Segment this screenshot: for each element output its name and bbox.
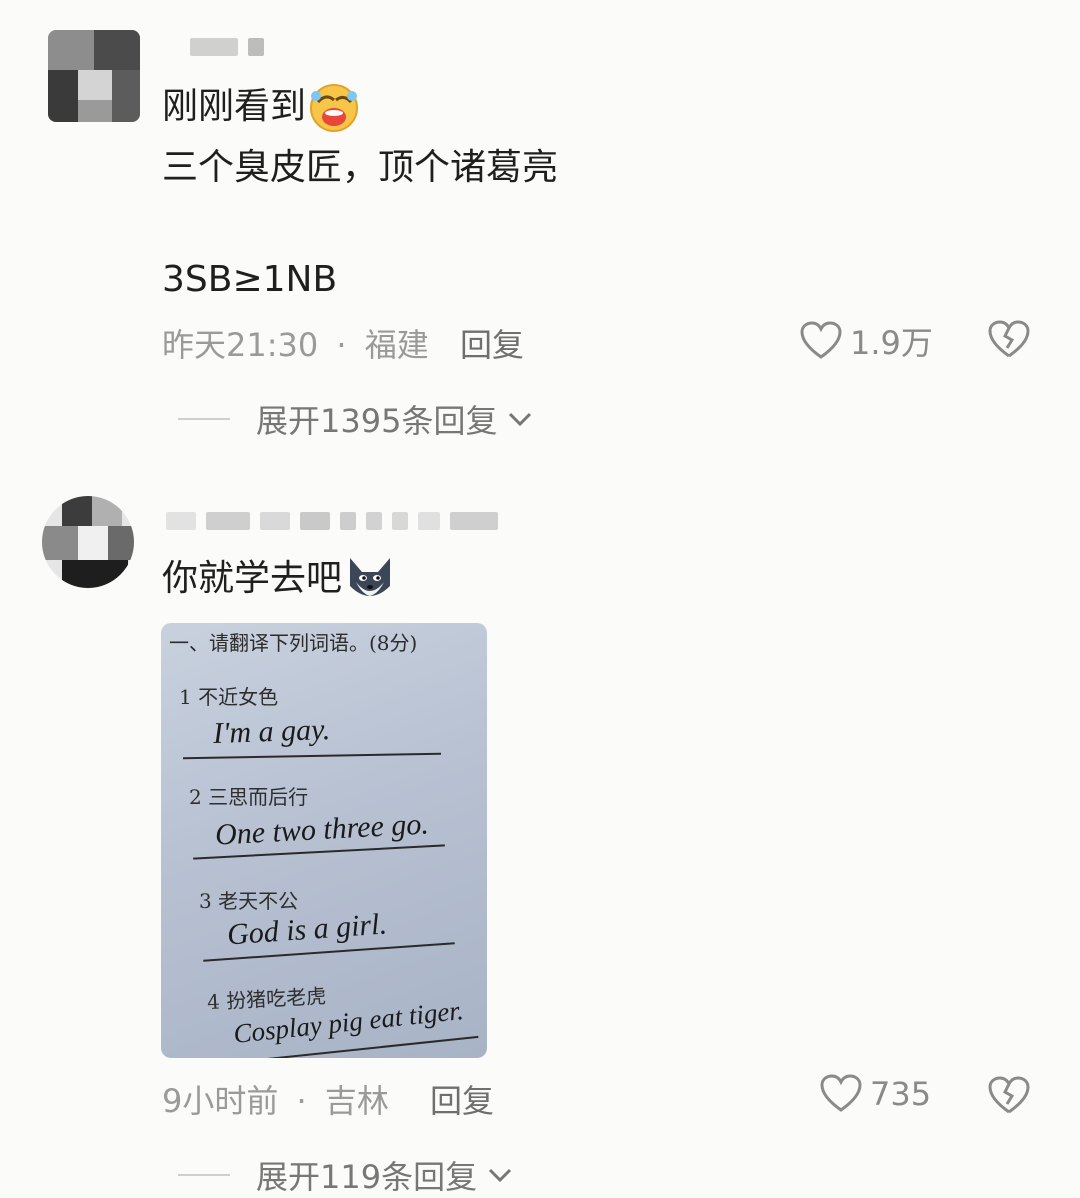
username-redacted[interactable] (190, 36, 264, 58)
broken-heart-icon[interactable] (988, 1076, 1030, 1116)
reply-button[interactable]: 回复 (430, 1076, 494, 1122)
like-count: 735 (870, 1075, 932, 1113)
timestamp: 9小时前 (162, 1082, 279, 1120)
location: 吉林 (324, 1082, 389, 1120)
expand-replies-label: 展开119条回复 (256, 1158, 478, 1196)
avatar[interactable] (42, 496, 134, 588)
image-answer: God is a girl. (226, 907, 388, 952)
image-question: 2 三思而后行 (189, 785, 309, 809)
comment-meta: 昨天21:30 · 福建 (162, 320, 429, 366)
expand-replies-label: 展开1395条回复 (256, 402, 498, 440)
broken-heart-icon[interactable] (988, 320, 1030, 360)
image-title-text: 一、请翻译下列词语。(8分) (169, 631, 418, 655)
username-redacted[interactable] (166, 510, 498, 532)
answer-underline (183, 752, 441, 760)
comment-text-line: 你就学去吧 (162, 554, 396, 606)
heart-icon (800, 321, 842, 359)
attached-image[interactable]: 一、请翻译下列词语。(8分) 1 不近女色 I'm a gay. 2 三思而后行… (161, 623, 487, 1058)
chevron-down-icon (509, 412, 532, 427)
wolf-head-emoji (350, 558, 391, 596)
grimacing-laugh-emoji (310, 84, 359, 132)
comment-2: 你就学去吧 一、请翻译下列词语。(8分) 1 不近女色 I'm a gay. 2… (0, 470, 1080, 1196)
image-answer: I'm a gay. (212, 712, 331, 751)
reply-button[interactable]: 回复 (460, 320, 524, 366)
image-question: 3 老天不公 (199, 889, 299, 913)
expand-replies-button[interactable]: 展开1395条回复 (178, 396, 533, 442)
divider-dash (178, 418, 230, 420)
divider-dash (178, 1174, 230, 1176)
like-button[interactable]: 735 (820, 1074, 931, 1114)
comment-text-line: 三个臭皮匠，顶个诸葛亮 (162, 147, 559, 188)
meta-separator: · (296, 1082, 307, 1120)
chevron-down-icon (489, 1168, 512, 1183)
location: 福建 (364, 326, 429, 364)
comment-text-line: 刚刚看到 (162, 82, 360, 134)
image-answer: One two three go. (214, 807, 430, 852)
comment-1: 刚刚看到 三个臭皮匠，顶个诸葛亮 3SB≥1NB 昨天21:30 · 福建 回复… (0, 0, 1080, 470)
heart-icon (820, 1074, 862, 1112)
avatar[interactable] (48, 30, 140, 122)
comment-text-line: 3SB≥1NB (162, 259, 338, 300)
image-question: 4 扮猪吃老虎 (206, 983, 327, 1015)
meta-separator: · (336, 326, 347, 364)
expand-replies-button[interactable]: 展开119条回复 (178, 1152, 513, 1198)
like-count: 1.9万 (850, 324, 933, 362)
like-button[interactable]: 1.9万 (800, 318, 933, 364)
image-question: 1 不近女色 (179, 685, 279, 709)
timestamp: 昨天21:30 (162, 326, 319, 364)
comment-meta: 9小时前 · 吉林 (162, 1076, 389, 1122)
